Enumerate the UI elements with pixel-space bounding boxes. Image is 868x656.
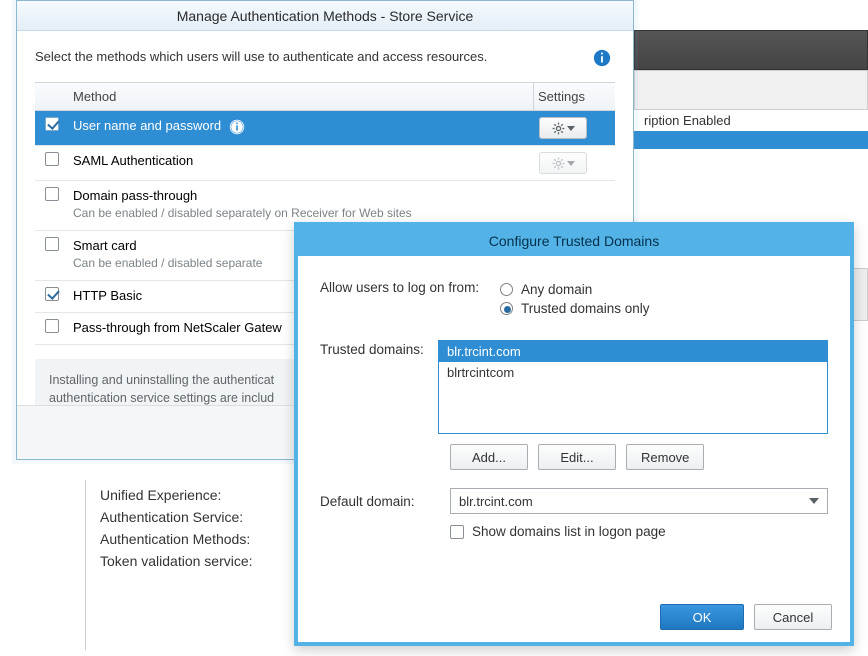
default-domain-combo[interactable]: blr.trcint.com	[450, 488, 828, 514]
add-button[interactable]: Add...	[450, 444, 528, 470]
checkbox[interactable]	[45, 152, 59, 166]
method-label: Pass-through from NetScaler Gatew	[73, 320, 282, 335]
show-domains-label: Show domains list in logon page	[472, 524, 666, 539]
checkbox[interactable]	[45, 319, 59, 333]
intro-text: Select the methods which users will use …	[35, 49, 615, 64]
method-label: Smart card	[73, 238, 137, 253]
default-domain-label: Default domain:	[320, 494, 440, 509]
caret-down-icon	[567, 126, 575, 131]
method-label: SAML Authentication	[73, 153, 193, 168]
list-item[interactable]: blrtrcintcom	[439, 362, 827, 383]
remove-button[interactable]: Remove	[626, 444, 704, 470]
method-label: Domain pass-through	[73, 188, 197, 203]
method-row-saml[interactable]: SAML Authentication	[35, 146, 615, 181]
checkbox[interactable]	[45, 187, 59, 201]
radio-trusted-only[interactable]: Trusted domains only	[500, 301, 828, 316]
bg-light-bar	[634, 70, 868, 110]
col-settings: Settings	[533, 83, 615, 110]
radio-label: Any domain	[521, 282, 592, 297]
radio-label: Trusted domains only	[521, 301, 650, 316]
radio-any-domain[interactable]: Any domain	[500, 282, 828, 297]
info-icon[interactable]	[229, 119, 245, 135]
table-header: Method Settings	[35, 83, 615, 111]
window-title: Manage Authentication Methods - Store Se…	[17, 1, 633, 31]
caret-down-icon	[809, 498, 819, 504]
bg-blue-stripe	[634, 131, 868, 149]
col-method: Method	[69, 83, 533, 110]
method-sublabel: Can be enabled / disabled separate	[73, 256, 262, 270]
ok-button[interactable]: OK	[660, 604, 744, 630]
configure-trusted-domains-window: Configure Trusted Domains Allow users to…	[294, 222, 854, 646]
edit-button[interactable]: Edit...	[538, 444, 616, 470]
checkbox[interactable]	[45, 237, 59, 251]
combo-value: blr.trcint.com	[459, 494, 533, 509]
bg-dark-bar	[634, 30, 868, 70]
window-title: Configure Trusted Domains	[298, 226, 850, 256]
info-icon[interactable]	[593, 49, 611, 72]
radio-dot	[500, 302, 513, 315]
list-item[interactable]: blr.trcint.com	[439, 341, 827, 362]
method-sublabel: Can be enabled / disabled separately on …	[73, 206, 412, 220]
trusted-domains-label: Trusted domains:	[320, 340, 428, 434]
show-domains-checkbox[interactable]	[450, 525, 464, 539]
method-label: User name and password	[73, 118, 221, 133]
trusted-domains-list[interactable]: blr.trcint.com blrtrcintcom	[438, 340, 828, 434]
checkbox[interactable]	[45, 117, 59, 131]
settings-button[interactable]	[539, 117, 587, 139]
method-label: HTTP Basic	[73, 288, 142, 303]
checkbox[interactable]	[45, 287, 59, 301]
caret-down-icon	[567, 161, 575, 166]
bg-subscription-label: ription Enabled	[636, 109, 739, 132]
cancel-button[interactable]: Cancel	[754, 604, 832, 630]
settings-button[interactable]	[539, 152, 587, 174]
radio-dot	[500, 283, 513, 296]
allow-logon-label: Allow users to log on from:	[320, 278, 490, 295]
method-row-username-password[interactable]: User name and password	[35, 111, 615, 146]
